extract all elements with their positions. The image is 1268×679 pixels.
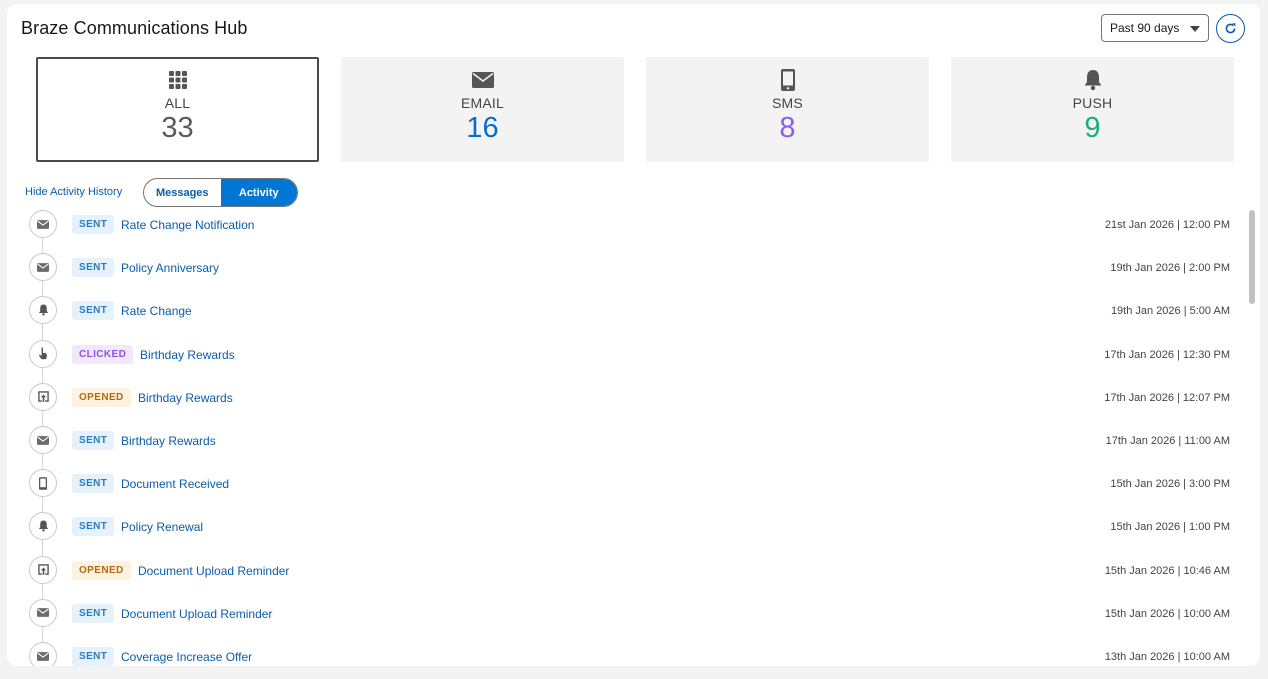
status-badge: SENT	[72, 647, 115, 666]
activity-row: SENT Document Upload Reminder 15th Jan 202…	[7, 598, 1247, 627]
timeline-node	[29, 339, 57, 368]
toggle-activity[interactable]: Activity	[220, 179, 297, 206]
message-link[interactable]: Policy Renewal	[121, 520, 203, 534]
hide-activity-history-link[interactable]: Hide Activity History	[25, 186, 122, 198]
bell-icon	[1084, 70, 1101, 91]
bell-icon	[38, 304, 49, 316]
activity-row: CLICKED Birthday Rewards 17th Jan 2026 | 1…	[7, 339, 1247, 368]
tile-count: 8	[779, 112, 796, 144]
envelope-icon	[37, 435, 49, 445]
open-icon	[37, 390, 50, 403]
timestamp: 19th Jan 2026 | 5:00 AM	[1110, 305, 1230, 318]
page-title: Braze Communications Hub	[21, 18, 248, 38]
caret-down-icon	[1190, 26, 1200, 32]
message-link[interactable]: Birthday Rewards	[121, 434, 216, 448]
timeline-node	[29, 598, 57, 627]
view-toggle: Messages Activity	[143, 178, 298, 207]
timestamp: 15th Jan 2026 | 1:00 PM	[1110, 521, 1230, 534]
envelope-icon	[37, 219, 49, 229]
activity-row: SENT Rate Change Notification 21st Jan 202…	[7, 209, 1247, 238]
tile-label: EMAIL	[460, 95, 504, 111]
message-link[interactable]: Policy Anniversary	[121, 261, 219, 275]
status-badge: CLICKED	[72, 344, 134, 364]
timeline-scrollbar[interactable]	[1247, 208, 1255, 662]
scrollbar-thumb[interactable]	[1249, 210, 1255, 304]
activity-row: OPENED Birthday Rewards 17th Jan 2026 | 12…	[7, 382, 1247, 411]
timeline-node	[29, 426, 57, 454]
message-link[interactable]: Rate Change Notification	[121, 218, 254, 232]
status-badge: SENT	[72, 258, 115, 278]
envelope-icon	[37, 651, 49, 661]
envelope-icon	[471, 72, 494, 88]
message-link[interactable]: Document Upload Reminder	[138, 564, 289, 578]
message-link[interactable]: Birthday Rewards	[140, 348, 235, 362]
message-link[interactable]: Rate Change	[121, 304, 192, 318]
toggle-messages[interactable]: Messages	[144, 179, 221, 206]
activity-row: SENT Rate Change 19th Jan 2026 | 5:00 AM	[7, 295, 1247, 325]
envelope-icon	[37, 262, 49, 272]
timestamp: 17th Jan 2026 | 12:30 PM	[1104, 348, 1230, 361]
activity-row: SENT Policy Renewal 15th Jan 2026 | 1:00 P…	[7, 511, 1247, 541]
status-badge: SENT	[72, 301, 115, 321]
timeline-node	[29, 469, 57, 498]
phone-icon	[780, 69, 795, 91]
phone-icon	[39, 476, 47, 490]
timestamp: 15th Jan 2026 | 3:00 PM	[1110, 478, 1230, 491]
tile-count: 16	[466, 112, 499, 144]
activity-row: SENT Coverage Increase Offer 13th Jan 2026…	[7, 641, 1247, 666]
tile-sms[interactable]: SMS 8	[646, 57, 929, 162]
message-link[interactable]: Coverage Increase Offer	[121, 650, 252, 664]
activity-row: OPENED Document Upload Reminder 15th Jan 2…	[7, 555, 1247, 584]
timeline-node	[29, 512, 57, 541]
message-link[interactable]: Document Upload Reminder	[121, 607, 272, 621]
tile-push[interactable]: PUSH 9	[951, 57, 1234, 162]
bell-icon	[38, 520, 49, 532]
tile-all[interactable]: ALL 33	[36, 57, 319, 162]
envelope-icon	[37, 608, 49, 618]
timeline-node	[29, 210, 57, 238]
communications-card: Braze Communications Hub Past 90 days AL…	[7, 4, 1260, 666]
period-select[interactable]: Past 90 days	[1101, 14, 1209, 42]
status-badge: OPENED	[72, 560, 131, 580]
refresh-icon	[1225, 23, 1236, 34]
timeline-node	[29, 642, 57, 666]
grid-icon	[168, 71, 187, 89]
timeline-node	[29, 253, 57, 282]
pointer-icon	[38, 347, 48, 360]
status-badge: SENT	[72, 517, 115, 537]
timestamp: 21st Jan 2026 | 12:00 PM	[1104, 219, 1230, 231]
timeline-node	[29, 296, 57, 325]
activity-timeline: SENT Rate Change Notification 21st Jan 202…	[7, 208, 1247, 666]
timestamp: 15th Jan 2026 | 10:00 AM	[1104, 607, 1230, 620]
tile-email[interactable]: EMAIL 16	[341, 57, 624, 162]
tile-count: 9	[1084, 112, 1101, 144]
tile-label: SMS	[772, 95, 803, 111]
message-link[interactable]: Birthday Rewards	[138, 391, 233, 405]
activity-row: SENT Document Received 15th Jan 2026 | 3:0…	[7, 468, 1247, 498]
refresh-button[interactable]	[1216, 14, 1245, 43]
status-badge: OPENED	[72, 387, 131, 407]
timestamp: 13th Jan 2026 | 10:00 AM	[1104, 651, 1230, 663]
timestamp: 17th Jan 2026 | 11:00 AM	[1105, 435, 1230, 447]
tile-label: ALL	[164, 95, 191, 111]
tile-label: PUSH	[1072, 95, 1113, 111]
timestamp: 17th Jan 2026 | 12:07 PM	[1104, 391, 1230, 404]
activity-row: SENT Policy Anniversary 19th Jan 2026 | 2:…	[7, 252, 1247, 282]
status-badge: SENT	[72, 431, 115, 450]
status-badge: SENT	[72, 474, 115, 494]
timeline-node	[29, 382, 57, 411]
open-icon	[37, 563, 50, 576]
activity-row: SENT Birthday Rewards 17th Jan 2026 | 11:0…	[7, 425, 1247, 454]
timestamp: 19th Jan 2026 | 2:00 PM	[1110, 262, 1230, 275]
status-badge: SENT	[72, 215, 115, 234]
period-select-value: Past 90 days	[1110, 21, 1180, 35]
tile-count: 33	[161, 112, 194, 144]
status-badge: SENT	[72, 603, 115, 623]
timestamp: 15th Jan 2026 | 10:46 AM	[1104, 564, 1230, 577]
timeline-node	[29, 555, 57, 584]
message-link[interactable]: Document Received	[121, 477, 229, 491]
